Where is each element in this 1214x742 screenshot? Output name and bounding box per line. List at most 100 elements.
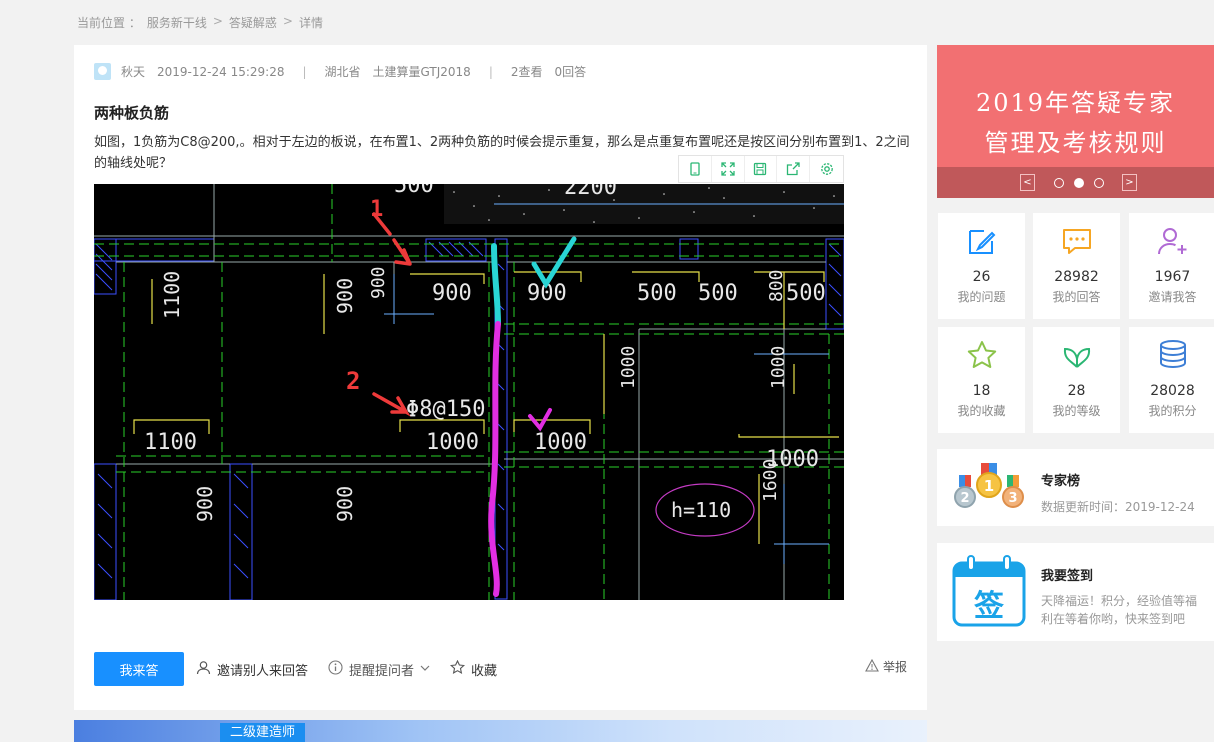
signin-badge: 签 (974, 589, 1004, 624)
phone-view-icon[interactable] (679, 156, 712, 182)
report-button[interactable]: 举报 (865, 658, 907, 675)
cad-labels: 500 2200 1100 900 900 900 900 500 500 80… (144, 184, 826, 522)
stat-label: 我的收藏 (957, 404, 1006, 418)
info-icon (328, 659, 343, 679)
stat-value: 1967 (1154, 269, 1191, 285)
banner-tag: 二级建造师 (220, 723, 306, 742)
invite-label: 邀请别人来回答 (217, 663, 309, 679)
question-time: 2019-12-24 15:29:28 (157, 64, 285, 79)
question-author[interactable]: 秋天 (121, 63, 145, 80)
stat-label: 我的回答 (1052, 290, 1101, 304)
svg-text:1000: 1000 (768, 346, 789, 389)
settings-icon[interactable] (810, 156, 843, 182)
remind-label: 提醒提问者 (349, 663, 415, 679)
annotation-1: 1 (370, 197, 383, 222)
star-outline-icon (449, 659, 466, 679)
star-icon (938, 339, 1025, 373)
svg-text:900: 900 (193, 486, 217, 522)
svg-text:900: 900 (333, 486, 357, 522)
stat-value: 18 (972, 383, 991, 399)
question-actions: 我来答 邀请别人来回答 提醒提问者 收藏 (94, 652, 497, 686)
stat-label: 邀请我答 (1148, 290, 1197, 304)
promo-line-2: 管理及考核规则 (984, 129, 1167, 157)
ranking-title: 专家榜 (1041, 474, 1081, 489)
signin-title: 我要签到 (1041, 569, 1094, 584)
promo-carousel[interactable]: 2019年答疑专家 管理及考核规则 < > (937, 45, 1214, 198)
carousel-next-button[interactable]: > (1122, 174, 1137, 191)
user-icon (196, 660, 211, 679)
medals-icon: 2 1 3 (951, 461, 1027, 517)
breadcrumb: 当前位置 ： 服务新干线 > 答疑解惑 > 详情 (77, 14, 323, 31)
svg-text:500: 500 (786, 281, 826, 306)
stat-value: 28028 (1150, 383, 1195, 399)
svg-text:800: 800 (766, 269, 787, 302)
signin-card[interactable]: 签 我要签到 天降福运！积分，经验值等福利在等着你哟，快来签到吧 (937, 543, 1214, 641)
favorite-button[interactable]: 收藏 (449, 659, 498, 679)
stat-my-level[interactable]: 28 我的等级 (1033, 327, 1120, 433)
breadcrumb-item-qa[interactable]: 答疑解惑 (229, 14, 277, 31)
annotation-2: 2 (346, 367, 360, 395)
breadcrumb-item-service[interactable]: 服务新干线 (147, 14, 207, 31)
svg-text:1100: 1100 (160, 271, 184, 319)
svg-text:900: 900 (368, 266, 389, 299)
svg-text:1000: 1000 (534, 430, 587, 455)
svg-text:500: 500 (698, 281, 738, 306)
stat-my-answers[interactable]: 28982 我的回答 (1033, 213, 1120, 319)
carousel-dot[interactable] (1094, 178, 1104, 188)
svg-text:1: 1 (984, 477, 994, 495)
grid-lines (94, 184, 844, 600)
promo-line-1: 2019年答疑专家 (975, 89, 1176, 117)
question-title: 两种板负筋 (94, 104, 170, 122)
carousel-controls: < > (937, 167, 1214, 198)
save-icon[interactable] (745, 156, 778, 182)
carousel-prev-button[interactable]: < (1020, 174, 1035, 191)
breadcrumb-item-detail: 详情 (298, 16, 323, 30)
expert-ranking-card[interactable]: 2 1 3 专家榜 数据更新时间：2019-12-24 (937, 449, 1214, 526)
meta-divider: | (302, 64, 307, 79)
warning-icon (865, 658, 879, 675)
share-icon[interactable] (777, 156, 811, 182)
svg-text:1600: 1600 (760, 459, 781, 502)
stat-my-questions[interactable]: 26 我的问题 (938, 213, 1025, 319)
svg-text:1100: 1100 (144, 430, 197, 455)
breadcrumb-separator: > (212, 14, 223, 28)
question-region: 湖北省 (324, 65, 361, 79)
chevron-down-icon (420, 662, 430, 677)
svg-text:1000: 1000 (618, 346, 639, 389)
svg-text:Φ8@150: Φ8@150 (406, 397, 485, 422)
question-card: 秋天 2019-12-24 15:29:28 | 湖北省 土建算量GTJ2018… (74, 45, 927, 710)
carousel-dot[interactable] (1054, 178, 1064, 188)
stat-label: 我的问题 (957, 290, 1006, 304)
chat-icon (1033, 225, 1120, 259)
fullscreen-icon[interactable] (712, 156, 745, 182)
stat-my-favorites[interactable]: 18 我的收藏 (938, 327, 1025, 433)
remind-asker-dropdown[interactable]: 提醒提问者 (328, 659, 430, 679)
coins-icon (1129, 339, 1214, 373)
invite-answer-button[interactable]: 邀请别人来回答 (196, 660, 308, 679)
stat-value: 28 (1067, 383, 1086, 399)
edit-icon (938, 225, 1025, 259)
breadcrumb-label: 当前位置 ： (77, 16, 141, 30)
favorite-label: 收藏 (471, 663, 498, 679)
stat-invited-me[interactable]: 1967 邀请我答 (1129, 213, 1214, 319)
svg-text:h=110: h=110 (671, 498, 731, 522)
stat-value: 26 (972, 269, 991, 285)
svg-text:2: 2 (960, 491, 969, 506)
answer-button[interactable]: 我来答 (94, 652, 184, 686)
ranking-updated: 数据更新时间：2019-12-24 (1041, 500, 1195, 514)
svg-text:1000: 1000 (426, 430, 479, 455)
svg-text:3: 3 (1008, 491, 1017, 506)
bottom-ad-banner[interactable]: 二级建造师 (74, 720, 927, 742)
add-user-icon (1129, 225, 1214, 259)
svg-text:2200: 2200 (564, 184, 617, 200)
rebar-lines (133, 271, 839, 544)
svg-text:900: 900 (432, 281, 472, 306)
avatar[interactable] (94, 63, 111, 80)
stat-my-points[interactable]: 28028 我的积分 (1129, 327, 1214, 433)
question-meta: 秋天 2019-12-24 15:29:28 | 湖北省 土建算量GTJ2018… (94, 63, 586, 80)
question-software: 土建算量GTJ2018 (372, 65, 471, 79)
image-toolbar (678, 155, 844, 183)
question-image[interactable]: 500 2200 1100 900 900 900 900 500 500 80… (94, 184, 844, 600)
carousel-dot-active[interactable] (1074, 178, 1084, 188)
stat-label: 我的积分 (1148, 404, 1197, 418)
